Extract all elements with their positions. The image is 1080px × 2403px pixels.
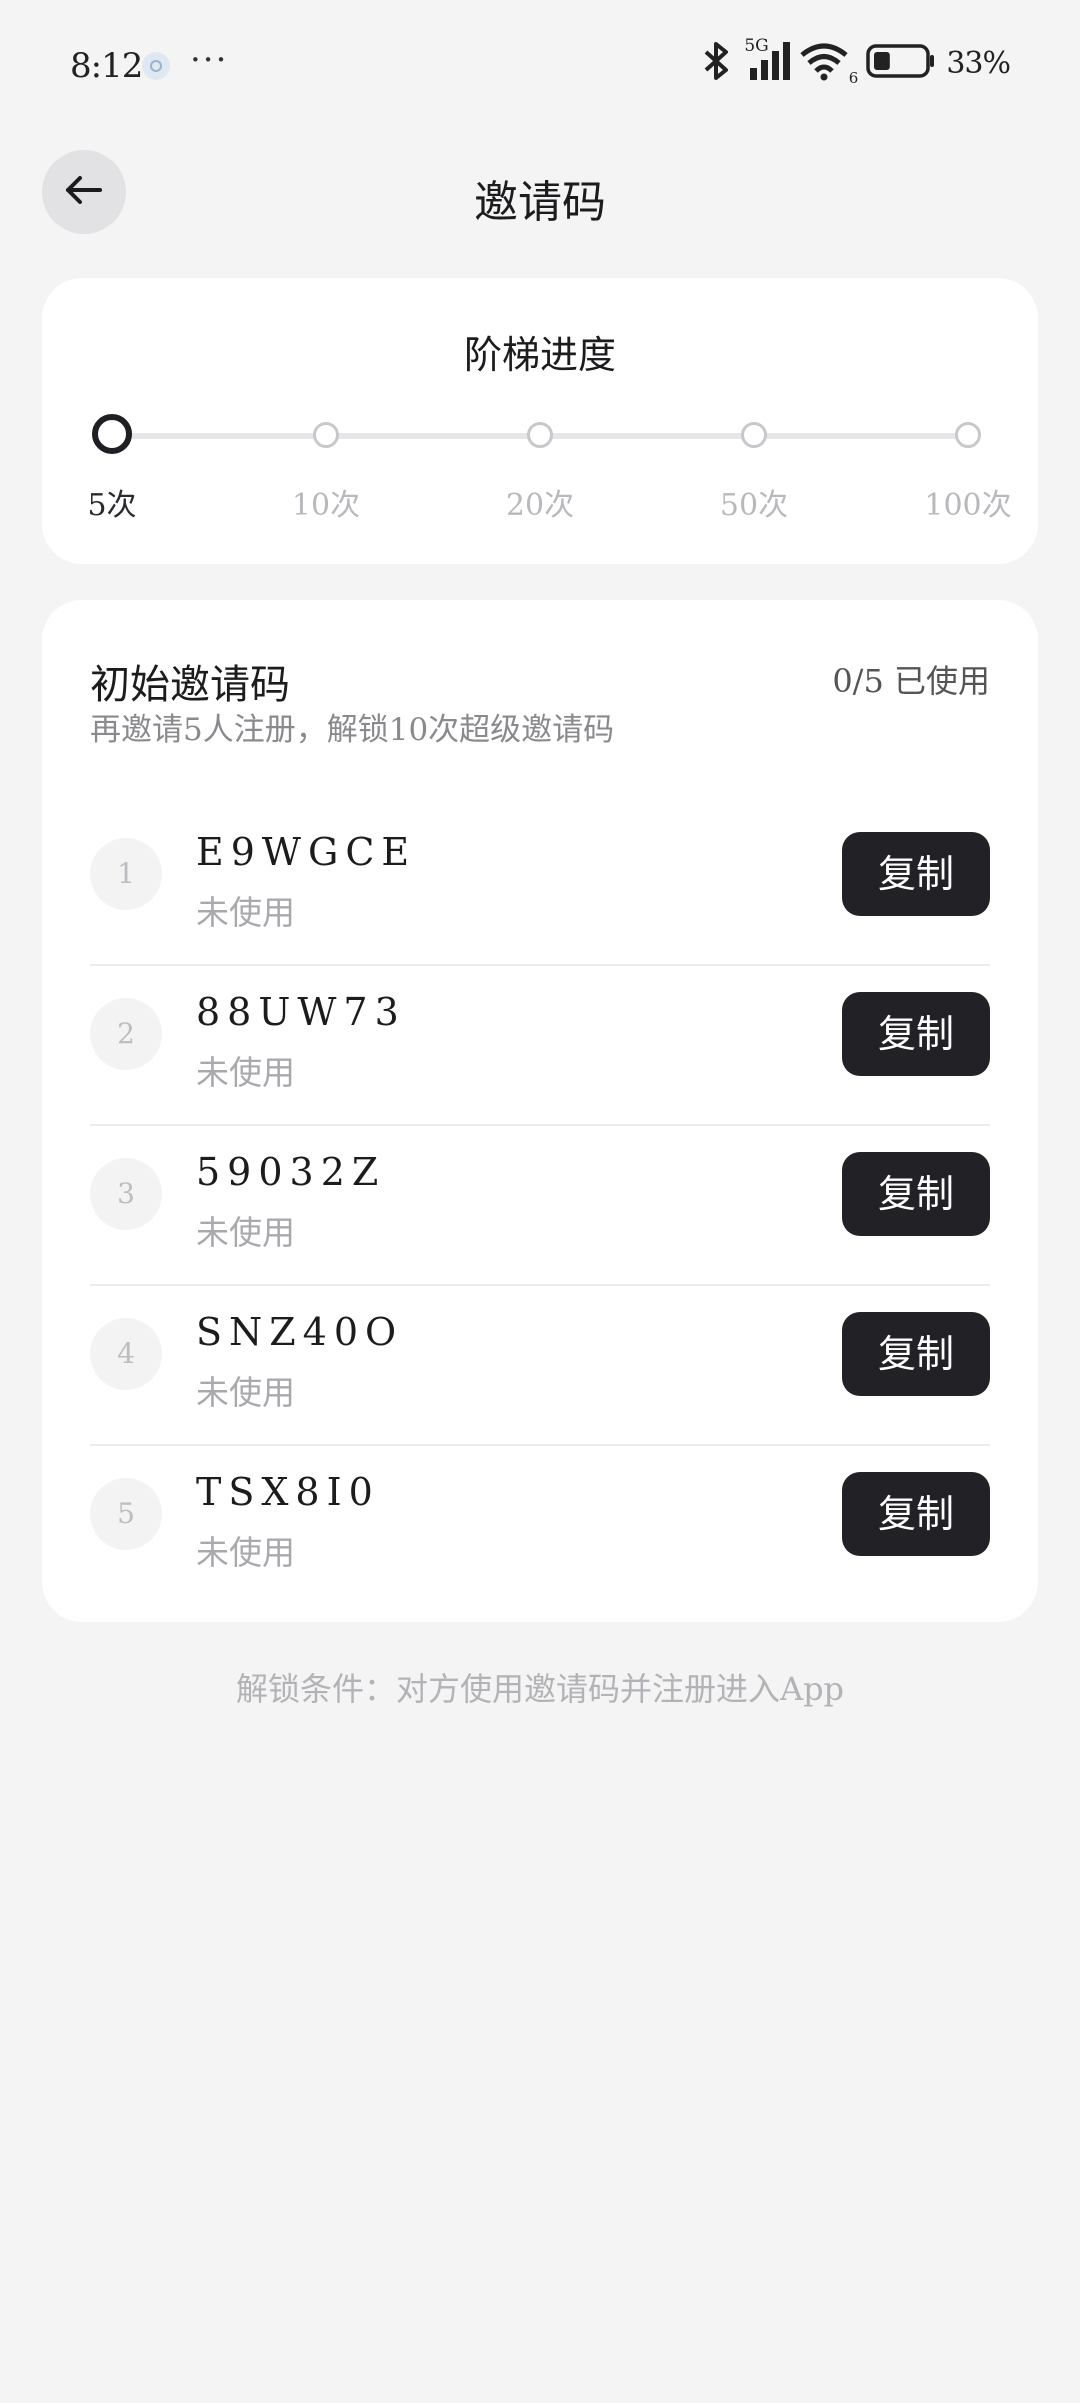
code-row: 3 59032Z 未使用 复制 <box>90 1126 990 1286</box>
code-index-badge: 5 <box>90 1478 162 1550</box>
copy-button[interactable]: 复制 <box>842 992 990 1076</box>
code-row: 1 E9WGCE 未使用 复制 <box>90 806 990 966</box>
more-notifications-icon: ··· <box>190 40 229 80</box>
code-index-badge: 1 <box>90 838 162 910</box>
code-index-badge: 3 <box>90 1158 162 1230</box>
invite-code-text: SNZ40O <box>196 1310 404 1354</box>
unlock-condition-note: 解锁条件：对方使用邀请码并注册进入App <box>235 1670 845 1708</box>
invite-code-text: E9WGCE <box>196 830 417 874</box>
wifi-type-label: 6 <box>848 69 859 87</box>
app-notification-icon <box>142 52 170 80</box>
progress-step-dot <box>92 414 132 454</box>
page-title: 邀请码 <box>474 177 606 228</box>
codes-subtitle: 再邀请5人注册，解锁10次超级邀请码 <box>90 712 615 748</box>
bluetooth-icon <box>700 40 734 86</box>
progress-step-label: 100次 <box>924 488 1012 523</box>
progress-title: 阶梯进度 <box>463 333 616 377</box>
network-type-label: 5G <box>744 36 769 56</box>
progress-step-label: 10次 <box>291 488 361 523</box>
progress-step-dot <box>741 422 767 448</box>
code-status: 未使用 <box>196 1213 295 1252</box>
invite-code-text: 88UW73 <box>196 990 406 1034</box>
copy-button[interactable]: 复制 <box>842 1472 990 1556</box>
progress-step-label: 5次 <box>87 488 137 523</box>
code-row: 5 TSX8I0 未使用 复制 <box>90 1446 990 1606</box>
code-index-badge: 2 <box>90 998 162 1070</box>
codes-usage-count: 0/5 已使用 <box>832 662 990 700</box>
invite-code-text: TSX8I0 <box>196 1470 380 1514</box>
ladder-progress-card: 阶梯进度 5次 10次 20次 50次 100次 <box>42 278 1038 564</box>
code-status: 未使用 <box>196 1053 295 1092</box>
progress-step-dot <box>313 422 339 448</box>
code-status: 未使用 <box>196 1373 295 1412</box>
battery-percent: 33% <box>946 45 1011 81</box>
invite-code-text: 59032Z <box>196 1150 386 1194</box>
status-icons: 5G 6 33% <box>690 36 1011 87</box>
progress-step-dot <box>527 422 553 448</box>
progress-step-dot <box>955 422 981 448</box>
wifi-icon: 6 <box>800 41 858 87</box>
copy-button[interactable]: 复制 <box>842 832 990 916</box>
copy-button[interactable]: 复制 <box>842 1312 990 1396</box>
status-time: 8:12 <box>70 46 143 86</box>
battery-icon <box>866 43 936 83</box>
code-row: 4 SNZ40O 未使用 复制 <box>90 1286 990 1446</box>
progress-step-label: 20次 <box>505 488 575 523</box>
codes-title: 初始邀请码 <box>90 662 290 708</box>
copy-button[interactable]: 复制 <box>842 1152 990 1236</box>
invite-codes-card: 初始邀请码 0/5 已使用 再邀请5人注册，解锁10次超级邀请码 1 E9WGCE… <box>42 600 1038 1622</box>
signal-icon: 5G <box>744 36 791 86</box>
status-bar: 8:12 ··· 5G 6 33% <box>0 0 1080 130</box>
code-status: 未使用 <box>196 1533 295 1572</box>
progress-step-label: 50次 <box>719 488 789 523</box>
code-row: 2 88UW73 未使用 复制 <box>90 966 990 1126</box>
code-index-badge: 4 <box>90 1318 162 1390</box>
code-status: 未使用 <box>196 893 295 932</box>
